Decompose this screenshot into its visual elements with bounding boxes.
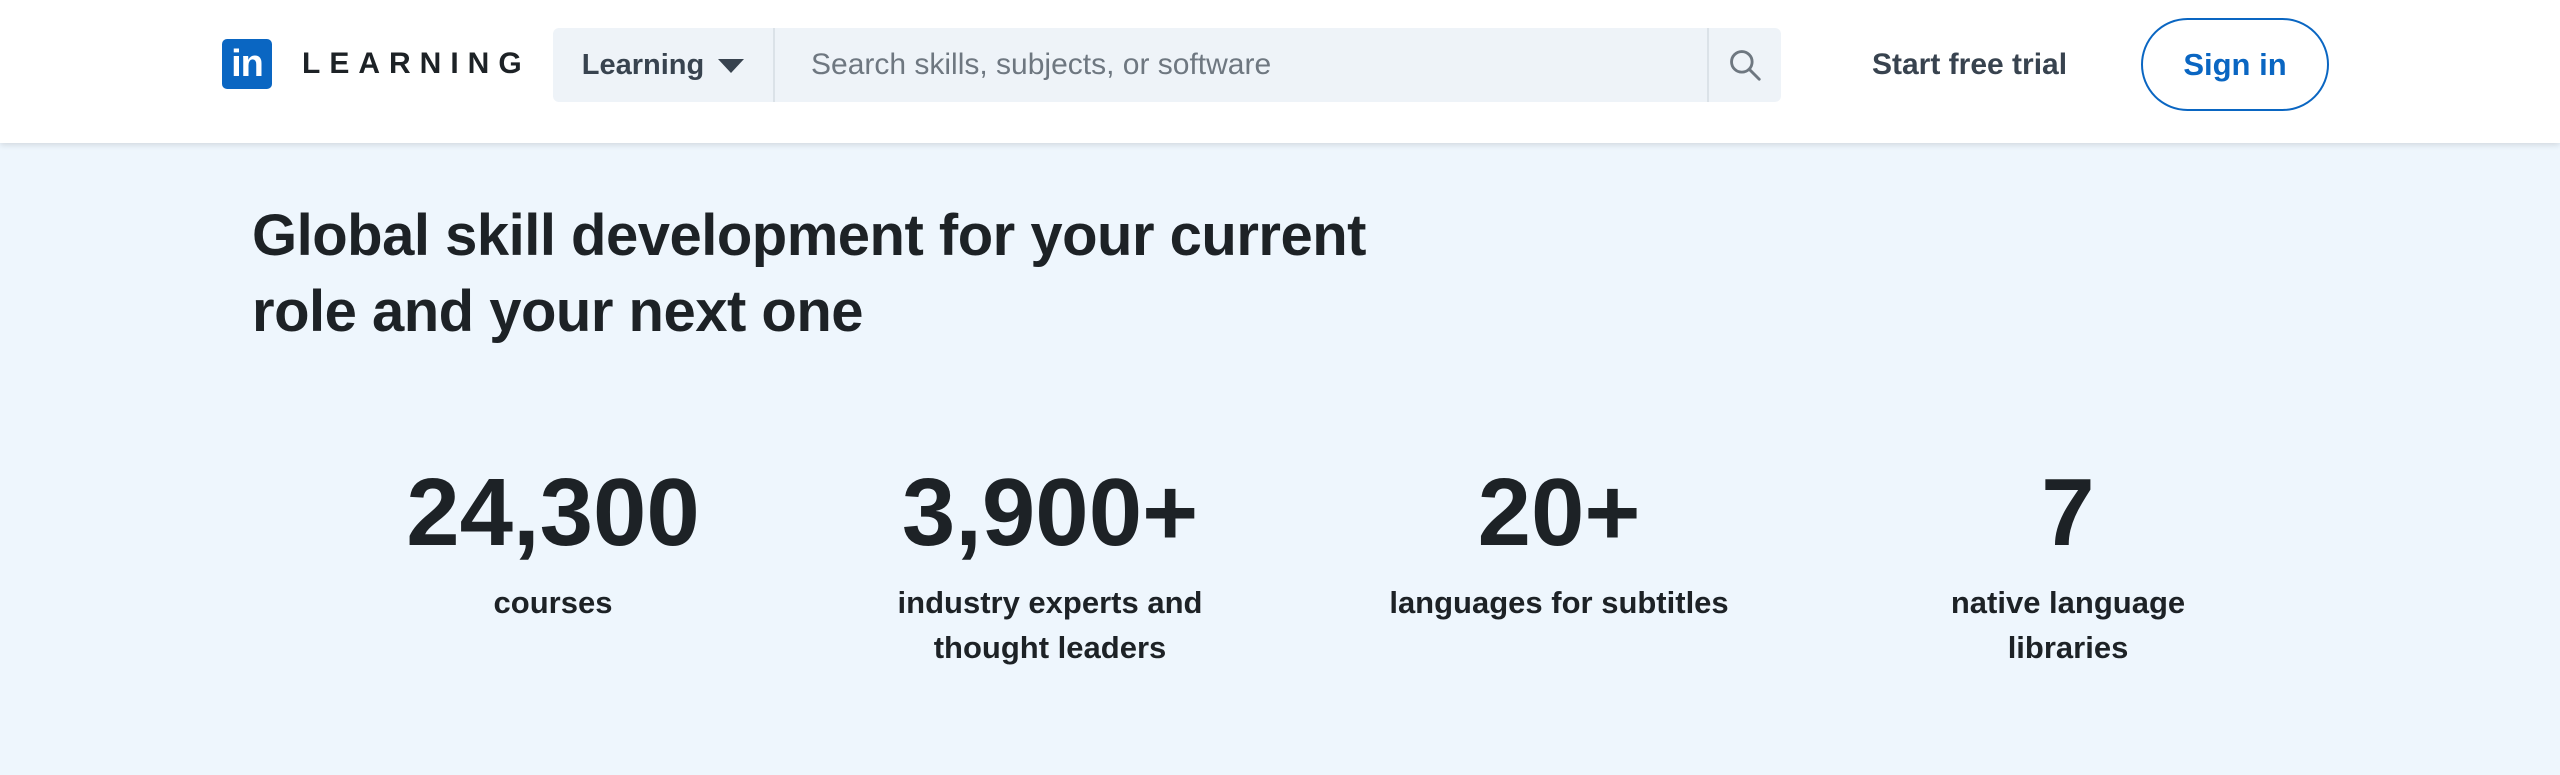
caret-down-icon	[718, 59, 745, 73]
search-scope-dropdown[interactable]: Learning	[553, 28, 775, 102]
stat-value: 24,300	[406, 459, 700, 566]
logo-wordmark: LEARNING	[302, 47, 531, 80]
search-icon	[1730, 50, 1761, 81]
stat-label-line-2: libraries	[2007, 630, 2129, 665]
stat-native-libraries: 7 native language libraries	[1848, 458, 2288, 670]
stat-courses: 24,300 courses	[333, 458, 773, 625]
search-input[interactable]	[775, 28, 1707, 102]
stat-label-line-1: native language	[1950, 585, 2186, 620]
stat-label: native language libraries	[1848, 580, 2288, 670]
stat-label-line-2: thought leaders	[933, 630, 1167, 665]
stat-label-line-1: courses	[493, 585, 613, 620]
search-bar: Learning	[553, 28, 1781, 102]
stat-experts: 3,900+ industry experts and thought lead…	[830, 458, 1270, 670]
stat-value: 3,900+	[901, 459, 1199, 566]
stat-value: 20+	[1477, 459, 1641, 566]
search-button[interactable]	[1707, 28, 1781, 102]
stat-label-line-1: languages for subtitles	[1389, 585, 1729, 620]
page-title-line-1: Global skill development for your curren…	[252, 203, 1366, 268]
stat-value: 7	[2041, 459, 2095, 566]
stat-label-line-1: industry experts and	[897, 585, 1203, 620]
start-free-trial-link[interactable]: Start free trial	[1872, 40, 2067, 90]
page-title-line-2: role and your next one	[252, 279, 864, 344]
stat-label: courses	[333, 580, 773, 625]
linkedin-learning-logo[interactable]: in LEARNING	[222, 38, 531, 90]
stat-label: industry experts and thought leaders	[830, 580, 1270, 670]
stat-subtitle-languages: 20+ languages for subtitles	[1339, 458, 1779, 625]
search-scope-label: Learning	[581, 48, 705, 81]
sign-in-button[interactable]: Sign in	[2141, 18, 2329, 111]
page-title: Global skill development for your curren…	[252, 198, 1432, 350]
stat-label: languages for subtitles	[1339, 580, 1779, 625]
linkedin-icon: in	[222, 39, 272, 89]
top-nav: in LEARNING Learning Start free trial Si…	[0, 0, 2560, 143]
